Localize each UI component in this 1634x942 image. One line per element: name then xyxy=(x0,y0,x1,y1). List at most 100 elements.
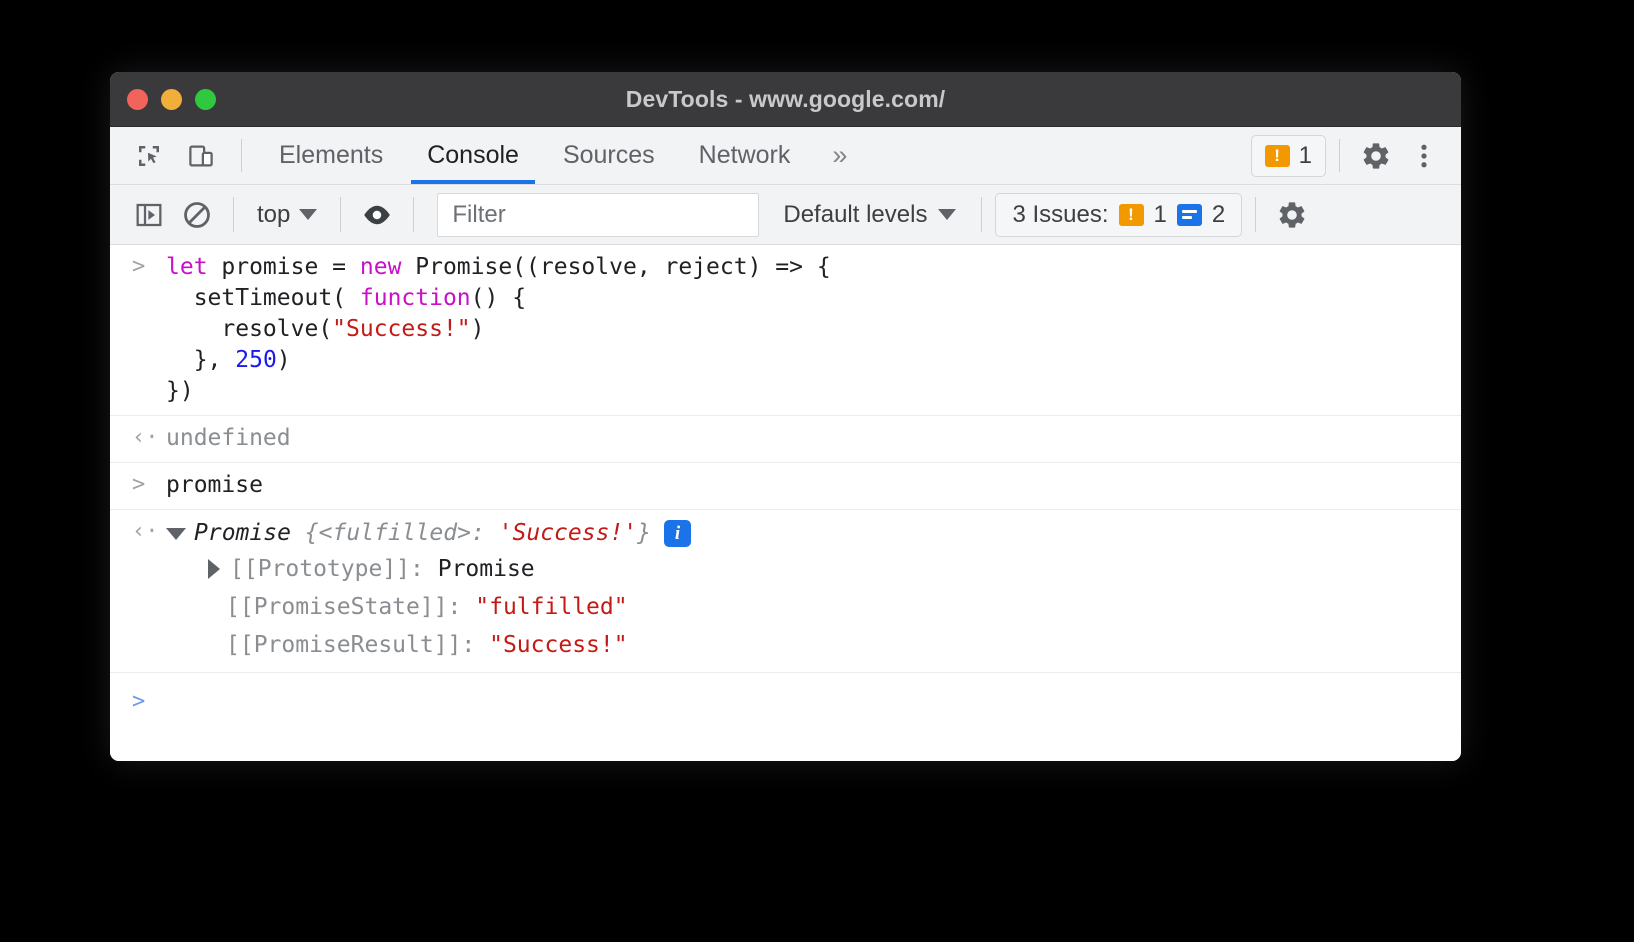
tab-elements[interactable]: Elements xyxy=(257,127,405,184)
gear-icon xyxy=(1279,201,1305,228)
token-assign: promise = xyxy=(221,254,360,280)
tab-network-label: Network xyxy=(698,141,791,169)
console-prompt-row[interactable]: > xyxy=(110,672,1461,718)
more-tabs-icon: » xyxy=(832,140,848,170)
warning-count-badge[interactable]: ! 1 xyxy=(1250,134,1326,177)
window-traffic-lights xyxy=(127,88,216,110)
token-string-success: "Success!" xyxy=(332,316,471,342)
output-marker: ‹· xyxy=(132,425,159,450)
console-filter-input[interactable]: Filter xyxy=(437,192,760,237)
console-output-entry[interactable]: ‹· undefined xyxy=(110,416,1461,463)
property-value: "Success!" xyxy=(489,632,628,658)
device-toolbar-icon xyxy=(189,145,213,166)
token-keyword-let: let xyxy=(166,254,222,280)
tab-sources-label: Sources xyxy=(562,141,655,169)
console-filter-placeholder: Filter xyxy=(452,200,506,228)
minimize-window-button[interactable] xyxy=(161,88,182,110)
maximize-window-button[interactable] xyxy=(195,88,216,110)
object-internal-state: <fulfilled> xyxy=(318,520,471,546)
tab-sources[interactable]: Sources xyxy=(541,127,677,184)
panel-tabs: Elements Console Sources Network » xyxy=(257,127,867,184)
console-toolbar-divider-4 xyxy=(981,197,983,232)
execution-context-label: top xyxy=(257,200,291,228)
token-resolve-close: ) xyxy=(470,316,485,342)
object-property-row[interactable]: [[Prototype]]: Promise xyxy=(166,550,1445,588)
property-key: [[PromiseState]]: xyxy=(226,594,476,620)
devtools-window: DevTools - www.google.com/ Elements Cons… xyxy=(110,72,1461,761)
token-resolve: resolve( xyxy=(166,316,333,342)
info-icon[interactable]: i xyxy=(664,520,692,547)
console-toolbar-divider-2 xyxy=(340,197,342,232)
object-property-row[interactable]: [[PromiseState]]: "fulfilled" xyxy=(166,588,1445,626)
issues-info-count: 2 xyxy=(1211,200,1226,228)
tab-bar-divider-1 xyxy=(241,139,242,172)
console-sidebar-toggle-button[interactable] xyxy=(126,192,172,238)
code-line-4: }, 250) xyxy=(166,345,1445,376)
console-output-entry[interactable]: ‹· Promise { <fulfilled> : 'Success!' } … xyxy=(110,510,1461,672)
warning-bubble-icon: ! xyxy=(1118,203,1144,226)
token-keyword-new: new xyxy=(359,254,416,280)
clear-console-icon xyxy=(184,201,210,228)
info-bubble-icon: i xyxy=(1176,203,1202,226)
console-input-entry[interactable]: > promise xyxy=(110,463,1461,510)
tab-bar-left-tools xyxy=(110,127,253,184)
token-function-tail: () { xyxy=(470,285,527,311)
screenshot-stage: DevTools - www.google.com/ Elements Cons… xyxy=(0,0,1634,942)
code-line-3: resolve("Success!") xyxy=(166,314,1445,345)
output-undefined: undefined xyxy=(166,425,291,451)
gear-icon xyxy=(1363,142,1389,169)
expand-triangle-icon[interactable] xyxy=(208,559,220,579)
code-line-1: let promise = new Promise((resolve, reje… xyxy=(166,252,1445,283)
live-expression-button[interactable] xyxy=(354,192,400,238)
prompt-marker: > xyxy=(132,689,146,714)
chevron-down-icon xyxy=(938,209,957,220)
console-toolbar-divider-3 xyxy=(413,197,415,232)
expand-collapse-triangle-icon[interactable] xyxy=(166,527,186,540)
object-value: 'Success!' xyxy=(498,520,638,546)
devtools-tab-bar: Elements Console Sources Network » ! 1 xyxy=(110,127,1461,185)
tab-bar-right-tools: ! 1 xyxy=(1250,127,1461,184)
more-tabs-button[interactable]: » xyxy=(812,127,867,184)
token-close-brace: }, xyxy=(166,347,236,373)
console-input-entry[interactable]: > let promise = new Promise((resolve, re… xyxy=(110,245,1461,416)
execution-context-selector[interactable]: top xyxy=(247,194,327,236)
token-number-250: 250 xyxy=(235,347,277,373)
object-property-row[interactable]: [[PromiseResult]]: "Success!" xyxy=(166,626,1445,664)
promise-object-header[interactable]: Promise { <fulfilled> : 'Success!' } i xyxy=(166,517,1445,550)
inspect-element-button[interactable] xyxy=(126,133,172,179)
clear-console-button[interactable] xyxy=(174,192,220,238)
window-title: DevTools - www.google.com/ xyxy=(625,85,946,112)
window-title-bar: DevTools - www.google.com/ xyxy=(110,72,1461,127)
inspect-element-icon xyxy=(139,145,159,166)
console-input-code: let promise = new Promise((resolve, reje… xyxy=(166,252,1461,407)
property-value: "fulfilled" xyxy=(475,594,628,620)
console-toolbar-divider-1 xyxy=(233,197,234,232)
object-class-name: Promise xyxy=(194,520,291,546)
chevron-down-icon xyxy=(299,209,318,220)
live-expression-eye-icon xyxy=(364,205,391,224)
close-window-button[interactable] xyxy=(127,88,148,110)
promise-object-preview: Promise { <fulfilled> : 'Success!' } i [… xyxy=(166,517,1461,664)
token-paren-close: ) xyxy=(276,347,291,373)
console-toolbar: top Filter Default levels 3 Issues: ! 1 … xyxy=(110,185,1461,245)
device-toolbar-button[interactable] xyxy=(178,133,224,179)
input-marker: > xyxy=(132,254,146,279)
code-line-2: setTimeout( function() { xyxy=(166,283,1445,314)
devtools-main-menu-button[interactable] xyxy=(1401,133,1447,179)
property-value: Promise xyxy=(437,556,535,582)
output-marker: ‹· xyxy=(132,519,159,544)
tab-elements-label: Elements xyxy=(279,141,384,169)
tab-network[interactable]: Network xyxy=(677,127,813,184)
issues-summary-badge[interactable]: 3 Issues: ! 1 i 2 xyxy=(995,192,1243,237)
console-message-list[interactable]: > let promise = new Promise((resolve, re… xyxy=(110,245,1461,761)
input-marker: > xyxy=(132,472,146,497)
code-line-5: }) xyxy=(166,376,1445,407)
log-levels-selector[interactable]: Default levels xyxy=(771,194,968,236)
devtools-settings-button[interactable] xyxy=(1353,133,1399,179)
object-brace-close: } xyxy=(637,520,652,546)
console-settings-button[interactable] xyxy=(1269,192,1315,238)
console-prompt-input[interactable] xyxy=(166,687,1445,718)
warning-bubble-icon: ! xyxy=(1264,144,1290,167)
token-settimeout: setTimeout( xyxy=(166,285,360,311)
tab-console[interactable]: Console xyxy=(405,127,541,184)
